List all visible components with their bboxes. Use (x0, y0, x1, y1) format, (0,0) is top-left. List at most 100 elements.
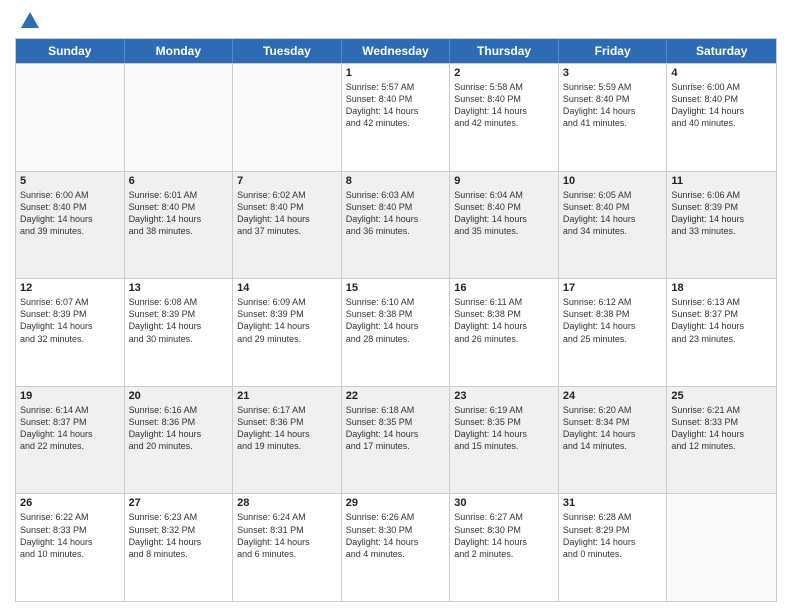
calendar-cell-r0-c5: 3Sunrise: 5:59 AMSunset: 8:40 PMDaylight… (559, 64, 668, 171)
day-number: 10 (563, 175, 663, 187)
cell-line-3: and 42 minutes. (346, 117, 446, 129)
cell-line-3: and 36 minutes. (346, 225, 446, 237)
cell-line-3: and 15 minutes. (454, 440, 554, 452)
cell-line-2: Daylight: 14 hours (563, 320, 663, 332)
cell-line-1: Sunset: 8:32 PM (129, 524, 229, 536)
cell-line-3: and 40 minutes. (671, 117, 772, 129)
cell-line-1: Sunset: 8:40 PM (563, 201, 663, 213)
cell-line-2: Daylight: 14 hours (671, 320, 772, 332)
cell-line-0: Sunrise: 6:24 AM (237, 511, 337, 523)
cell-line-0: Sunrise: 6:20 AM (563, 404, 663, 416)
cell-line-0: Sunrise: 6:14 AM (20, 404, 120, 416)
cell-line-2: Daylight: 14 hours (671, 105, 772, 117)
cell-line-1: Sunset: 8:40 PM (454, 201, 554, 213)
calendar-cell-r1-c4: 9Sunrise: 6:04 AMSunset: 8:40 PMDaylight… (450, 172, 559, 279)
day-number: 26 (20, 497, 120, 509)
cell-line-0: Sunrise: 5:59 AM (563, 81, 663, 93)
cell-line-3: and 20 minutes. (129, 440, 229, 452)
cell-line-0: Sunrise: 6:07 AM (20, 296, 120, 308)
calendar-cell-r3-c4: 23Sunrise: 6:19 AMSunset: 8:35 PMDayligh… (450, 387, 559, 494)
cell-line-1: Sunset: 8:37 PM (671, 308, 772, 320)
calendar-row-0: 1Sunrise: 5:57 AMSunset: 8:40 PMDaylight… (16, 63, 776, 171)
cell-line-2: Daylight: 14 hours (563, 213, 663, 225)
cell-line-2: Daylight: 14 hours (346, 105, 446, 117)
calendar-cell-r3-c1: 20Sunrise: 6:16 AMSunset: 8:36 PMDayligh… (125, 387, 234, 494)
cell-line-2: Daylight: 14 hours (346, 536, 446, 548)
cell-line-3: and 22 minutes. (20, 440, 120, 452)
cell-line-2: Daylight: 14 hours (237, 320, 337, 332)
cell-line-1: Sunset: 8:40 PM (20, 201, 120, 213)
day-number: 9 (454, 175, 554, 187)
day-number: 19 (20, 390, 120, 402)
day-number: 27 (129, 497, 229, 509)
cell-line-2: Daylight: 14 hours (671, 213, 772, 225)
day-number: 6 (129, 175, 229, 187)
cell-line-3: and 26 minutes. (454, 333, 554, 345)
cell-line-0: Sunrise: 6:00 AM (20, 189, 120, 201)
calendar-cell-r3-c0: 19Sunrise: 6:14 AMSunset: 8:37 PMDayligh… (16, 387, 125, 494)
cell-line-0: Sunrise: 6:28 AM (563, 511, 663, 523)
header-day-saturday: Saturday (667, 39, 776, 63)
cell-line-1: Sunset: 8:33 PM (671, 416, 772, 428)
calendar-cell-r1-c2: 7Sunrise: 6:02 AMSunset: 8:40 PMDaylight… (233, 172, 342, 279)
cell-line-0: Sunrise: 6:01 AM (129, 189, 229, 201)
cell-line-0: Sunrise: 5:58 AM (454, 81, 554, 93)
calendar-cell-r0-c2 (233, 64, 342, 171)
calendar-cell-r3-c2: 21Sunrise: 6:17 AMSunset: 8:36 PMDayligh… (233, 387, 342, 494)
cell-line-1: Sunset: 8:39 PM (129, 308, 229, 320)
cell-line-0: Sunrise: 6:18 AM (346, 404, 446, 416)
cell-line-1: Sunset: 8:40 PM (563, 93, 663, 105)
header-day-friday: Friday (559, 39, 668, 63)
calendar-cell-r2-c0: 12Sunrise: 6:07 AMSunset: 8:39 PMDayligh… (16, 279, 125, 386)
cell-line-0: Sunrise: 6:03 AM (346, 189, 446, 201)
cell-line-3: and 39 minutes. (20, 225, 120, 237)
day-number: 22 (346, 390, 446, 402)
cell-line-1: Sunset: 8:38 PM (563, 308, 663, 320)
calendar-cell-r4-c1: 27Sunrise: 6:23 AMSunset: 8:32 PMDayligh… (125, 494, 234, 601)
cell-line-2: Daylight: 14 hours (129, 428, 229, 440)
cell-line-0: Sunrise: 6:09 AM (237, 296, 337, 308)
calendar-cell-r2-c3: 15Sunrise: 6:10 AMSunset: 8:38 PMDayligh… (342, 279, 451, 386)
day-number: 31 (563, 497, 663, 509)
calendar-cell-r4-c5: 31Sunrise: 6:28 AMSunset: 8:29 PMDayligh… (559, 494, 668, 601)
cell-line-1: Sunset: 8:35 PM (454, 416, 554, 428)
cell-line-0: Sunrise: 6:02 AM (237, 189, 337, 201)
day-number: 24 (563, 390, 663, 402)
cell-line-3: and 38 minutes. (129, 225, 229, 237)
day-number: 17 (563, 282, 663, 294)
cell-line-0: Sunrise: 6:16 AM (129, 404, 229, 416)
cell-line-2: Daylight: 14 hours (20, 320, 120, 332)
cell-line-0: Sunrise: 6:27 AM (454, 511, 554, 523)
cell-line-3: and 8 minutes. (129, 548, 229, 560)
cell-line-0: Sunrise: 6:22 AM (20, 511, 120, 523)
calendar-cell-r1-c1: 6Sunrise: 6:01 AMSunset: 8:40 PMDaylight… (125, 172, 234, 279)
cell-line-0: Sunrise: 6:12 AM (563, 296, 663, 308)
header-day-thursday: Thursday (450, 39, 559, 63)
cell-line-2: Daylight: 14 hours (346, 213, 446, 225)
cell-line-2: Daylight: 14 hours (454, 536, 554, 548)
cell-line-0: Sunrise: 6:05 AM (563, 189, 663, 201)
calendar-cell-r2-c5: 17 Sunrise: 6:12 AMSunset: 8:38 PMDayligh… (559, 279, 668, 386)
calendar-cell-r4-c4: 30Sunrise: 6:27 AMSunset: 8:30 PMDayligh… (450, 494, 559, 601)
cell-line-3: and 10 minutes. (20, 548, 120, 560)
cell-line-2: Daylight: 14 hours (129, 536, 229, 548)
cell-line-0: Sunrise: 6:13 AM (671, 296, 772, 308)
day-number: 11 (671, 175, 772, 187)
calendar-cell-r4-c6 (667, 494, 776, 601)
day-number: 8 (346, 175, 446, 187)
cell-line-3: and 35 minutes. (454, 225, 554, 237)
day-number: 4 (671, 67, 772, 79)
cell-line-2: Daylight: 14 hours (20, 536, 120, 548)
calendar-cell-r4-c2: 28Sunrise: 6:24 AMSunset: 8:31 PMDayligh… (233, 494, 342, 601)
cell-line-3: and 42 minutes. (454, 117, 554, 129)
calendar-cell-r3-c5: 24Sunrise: 6:20 AMSunset: 8:34 PMDayligh… (559, 387, 668, 494)
cell-line-1: Sunset: 8:40 PM (237, 201, 337, 213)
cell-line-2: Daylight: 14 hours (20, 428, 120, 440)
logo-icon (19, 10, 41, 32)
calendar-cell-r4-c3: 29Sunrise: 6:26 AMSunset: 8:30 PMDayligh… (342, 494, 451, 601)
cell-line-1: Sunset: 8:35 PM (346, 416, 446, 428)
cell-line-2: Daylight: 14 hours (454, 320, 554, 332)
header-day-monday: Monday (125, 39, 234, 63)
page: SundayMondayTuesdayWednesdayThursdayFrid… (0, 0, 792, 612)
calendar-row-1: 5Sunrise: 6:00 AMSunset: 8:40 PMDaylight… (16, 171, 776, 279)
